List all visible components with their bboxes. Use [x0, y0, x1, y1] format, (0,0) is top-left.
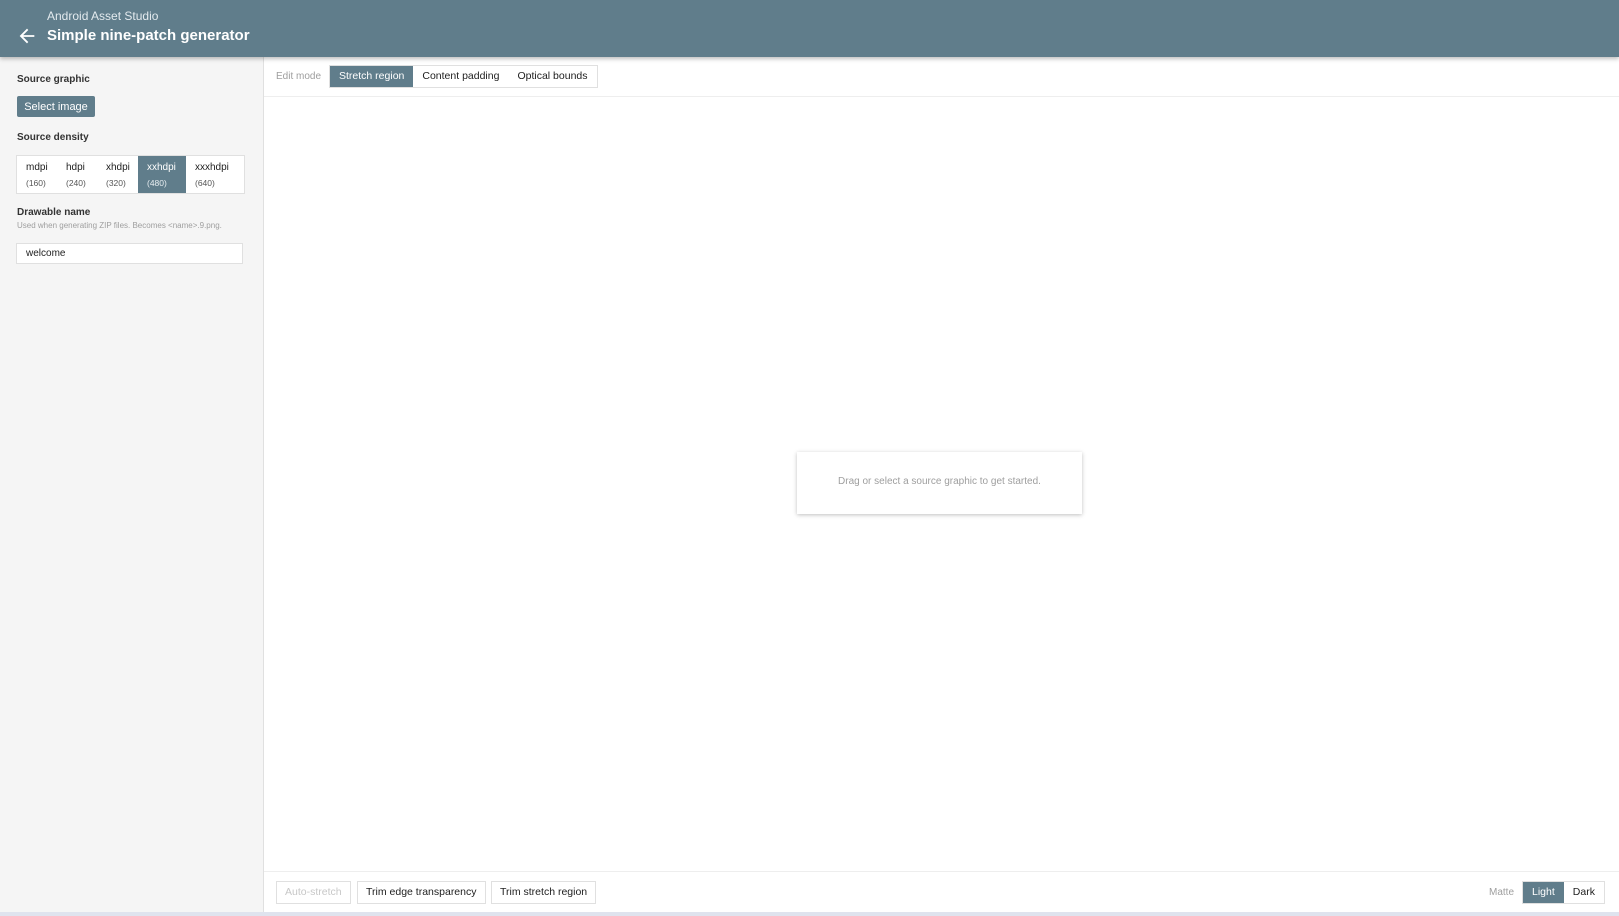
mode-optical-bounds[interactable]: Optical bounds — [508, 66, 596, 87]
density-dpi: (320) — [106, 178, 126, 188]
trim-edge-transparency-button[interactable]: Trim edge transparency — [357, 881, 486, 904]
drawable-name-input[interactable] — [16, 243, 243, 264]
drawable-name-label: Drawable name — [17, 207, 91, 218]
density-option-xxxhdpi[interactable]: xxxhdpi (640) — [186, 156, 242, 193]
density-name: xxhdpi — [147, 162, 176, 173]
actions-toolbar: Auto-stretch Trim edge transparency Trim… — [264, 871, 1619, 913]
mode-content-padding[interactable]: Content padding — [413, 66, 508, 87]
density-option-xhdpi[interactable]: xhdpi (320) — [97, 156, 138, 193]
density-option-xxhdpi[interactable]: xxhdpi (480) — [138, 156, 186, 193]
app-subtitle: Android Asset Studio — [47, 9, 159, 23]
matte-selector: Light Dark — [1522, 881, 1605, 904]
density-option-hdpi[interactable]: hdpi (240) — [57, 156, 97, 193]
density-dpi: (240) — [66, 178, 86, 188]
matte-label: Matte — [1489, 887, 1515, 898]
drawable-name-help: Used when generating ZIP files. Becomes … — [17, 221, 222, 230]
density-name: mdpi — [26, 162, 48, 173]
edit-mode-selector: Stretch region Content padding Optical b… — [329, 65, 598, 88]
empty-state-message: Drag or select a source graphic to get s… — [838, 476, 1041, 487]
app-bar: Android Asset Studio Simple nine-patch g… — [0, 0, 1619, 57]
edit-mode-label: Edit mode — [276, 71, 322, 82]
window-bottom-edge — [0, 912, 1619, 916]
page-title: Simple nine-patch generator — [47, 27, 250, 44]
density-option-mdpi[interactable]: mdpi (160) — [17, 156, 57, 193]
select-image-button[interactable]: Select image — [17, 96, 95, 117]
edit-mode-toolbar: Edit mode Stretch region Content padding… — [264, 57, 1619, 97]
main-panel: Edit mode Stretch region Content padding… — [264, 57, 1619, 913]
mode-stretch-region[interactable]: Stretch region — [330, 66, 414, 87]
matte-light-option[interactable]: Light — [1523, 882, 1564, 903]
source-graphic-label: Source graphic — [17, 74, 90, 85]
drop-zone-card[interactable]: Drag or select a source graphic to get s… — [797, 452, 1082, 514]
trim-stretch-region-button[interactable]: Trim stretch region — [491, 881, 597, 904]
density-selector: mdpi (160) hdpi (240) xhdpi (320) xxhdpi… — [16, 155, 245, 194]
sidebar: Source graphic Select image Source densi… — [0, 57, 264, 912]
matte-dark-option[interactable]: Dark — [1564, 882, 1604, 903]
density-dpi: (160) — [26, 178, 46, 188]
density-name: hdpi — [66, 162, 85, 173]
arrow-left-icon[interactable] — [16, 25, 38, 47]
source-density-label: Source density — [17, 132, 89, 143]
density-dpi: (640) — [195, 178, 215, 188]
density-name: xxxhdpi — [195, 162, 229, 173]
density-name: xhdpi — [106, 162, 130, 173]
auto-stretch-button[interactable]: Auto-stretch — [276, 881, 351, 904]
density-dpi: (480) — [147, 178, 167, 188]
